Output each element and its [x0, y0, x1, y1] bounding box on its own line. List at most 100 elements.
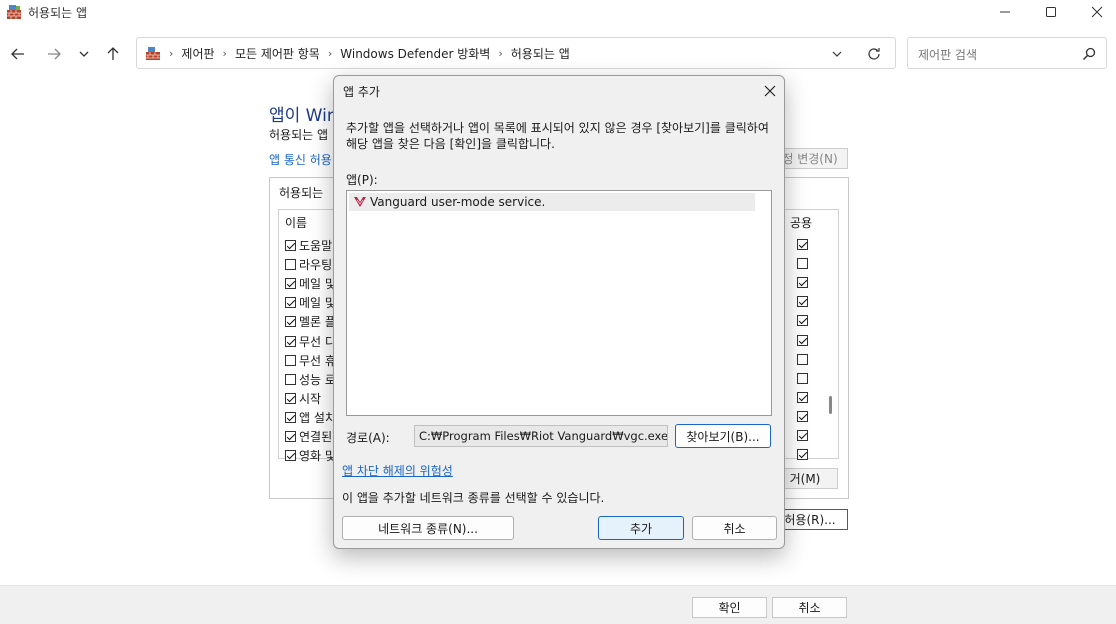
row-checkbox[interactable] — [285, 315, 296, 327]
dialog-cancel-button[interactable]: 취소 — [692, 516, 777, 540]
table-row[interactable]: 무선 디 — [285, 332, 335, 350]
arrow-up-icon — [107, 47, 119, 60]
minimize-icon — [1000, 11, 1010, 13]
search-icon[interactable] — [1081, 46, 1097, 62]
table-row[interactable]: 라우팅 — [285, 255, 335, 273]
table-row[interactable]: 메일 및 — [285, 293, 335, 311]
recent-locations-button[interactable] — [72, 42, 96, 66]
column-header-name[interactable]: 이름 — [285, 214, 307, 231]
back-button[interactable] — [6, 42, 30, 66]
chevron-right-icon: › — [498, 46, 503, 60]
breadcrumb: › 제어판 › 모든 제어판 항목 › Windows Defender 방화벽… — [145, 38, 570, 68]
network-type-button[interactable]: 네트워크 종류(N)... — [342, 516, 514, 540]
address-bar[interactable]: › 제어판 › 모든 제어판 항목 › Windows Defender 방화벽… — [136, 37, 896, 69]
chevron-right-icon: › — [327, 46, 333, 60]
crumb-allowed-apps[interactable]: 허용되는 앱 — [511, 45, 570, 62]
row-name: 메일 및 — [299, 276, 335, 291]
row-checkbox[interactable] — [285, 296, 296, 308]
row-checkbox[interactable] — [285, 354, 296, 366]
row-name: 무선 디 — [299, 334, 335, 349]
row-checkbox[interactable] — [285, 335, 296, 347]
ok-button[interactable]: 확인 — [692, 597, 767, 618]
dialog-title: 앱 추가 — [343, 85, 380, 99]
maximize-icon — [1046, 7, 1056, 17]
page-title: 앱이 Win — [269, 106, 333, 126]
column-header-public[interactable]: 공용 — [790, 214, 812, 231]
public-checkbox[interactable] — [797, 449, 808, 460]
close-icon — [1091, 6, 1103, 18]
list-item[interactable]: Vanguard user-mode service. — [349, 193, 755, 211]
row-checkbox[interactable] — [285, 411, 296, 423]
table-row[interactable]: 도움말 — [285, 236, 335, 254]
crumb-firewall[interactable]: Windows Defender 방화벽 — [340, 45, 490, 62]
row-checkbox[interactable] — [285, 239, 296, 251]
public-checkbox[interactable] — [797, 411, 808, 422]
crumb-all-items[interactable]: 모든 제어판 항목 — [235, 45, 320, 62]
address-dropdown-icon[interactable] — [829, 46, 845, 62]
risk-link[interactable]: 앱 차단 해제의 위험성 — [342, 462, 453, 479]
public-checkbox[interactable] — [797, 296, 808, 307]
table-row[interactable]: 시작 — [285, 389, 335, 407]
public-checkbox[interactable] — [797, 354, 808, 365]
minimize-button[interactable] — [982, 0, 1028, 24]
footer-bar — [0, 585, 1116, 624]
public-checkbox[interactable] — [797, 315, 808, 326]
vanguard-icon — [354, 197, 366, 207]
public-checkbox[interactable] — [797, 373, 808, 384]
close-icon[interactable] — [762, 83, 778, 99]
arrow-left-icon — [11, 48, 24, 60]
row-checkbox[interactable] — [285, 449, 296, 461]
row-checkbox[interactable] — [285, 258, 296, 270]
list-scrollbar[interactable] — [829, 396, 832, 414]
table-row[interactable]: 메일 및 — [285, 274, 335, 292]
arrow-right-icon — [48, 48, 61, 60]
public-checkbox[interactable] — [797, 258, 808, 269]
public-checkbox[interactable] — [797, 239, 808, 250]
row-name: 도움말 — [299, 238, 333, 253]
refresh-icon[interactable] — [866, 46, 882, 62]
table-row[interactable]: 멜론 플 — [285, 312, 335, 330]
table-row[interactable]: 영화 및 — [285, 446, 335, 464]
row-name: 라우팅 — [299, 257, 333, 272]
apps-list[interactable]: Vanguard user-mode service. — [346, 190, 772, 416]
row-checkbox[interactable] — [285, 430, 296, 442]
row-checkbox[interactable] — [285, 392, 296, 404]
chevron-right-icon: › — [169, 46, 174, 60]
title-bar: 허용되는 앱 — [0, 0, 1116, 24]
row-name: 성능 로 — [299, 372, 335, 387]
browse-button[interactable]: 찾아보기(B)... — [675, 424, 771, 448]
table-row[interactable]: 앱 설치 — [285, 408, 335, 426]
public-checkbox[interactable] — [797, 430, 808, 441]
crumb-control-panel[interactable]: 제어판 — [181, 45, 214, 62]
table-row[interactable]: 성능 로 — [285, 370, 335, 388]
public-checkbox[interactable] — [797, 335, 808, 346]
allow-communication-link[interactable]: 앱 통신 허용 — [269, 151, 333, 168]
control-panel-icon — [146, 47, 160, 60]
page-subtitle: 허용되는 앱 — [269, 128, 329, 142]
forward-button[interactable] — [42, 42, 66, 66]
row-name: 무선 휴 — [299, 353, 335, 368]
chevron-right-icon: › — [222, 46, 227, 60]
apps-label: 앱(P): — [346, 173, 378, 187]
up-button[interactable] — [101, 42, 125, 66]
add-button[interactable]: 추가 — [598, 516, 684, 540]
search-input[interactable]: 제어판 검색 — [918, 46, 977, 63]
public-checkbox[interactable] — [797, 277, 808, 288]
row-checkbox[interactable] — [285, 373, 296, 385]
chevron-down-icon — [79, 51, 89, 57]
dialog-description: 추가할 앱을 선택하거나 앱이 목록에 표시되어 있지 않은 경우 [찾아보기]… — [346, 121, 769, 151]
table-row[interactable]: 연결된 — [285, 427, 335, 445]
network-type-text: 이 앱을 추가할 네트워크 종류를 선택할 수 있습니다. — [342, 491, 605, 505]
public-checkbox[interactable] — [797, 392, 808, 403]
row-name: 멜론 플 — [299, 314, 335, 329]
maximize-button[interactable] — [1028, 0, 1074, 24]
row-name: 영화 및 — [299, 448, 335, 463]
path-field[interactable]: C:₩Program Files₩Riot Vanguard₩vgc.exe — [414, 425, 668, 447]
table-row[interactable]: 무선 휴 — [285, 351, 335, 369]
close-window-button[interactable] — [1074, 0, 1116, 24]
add-app-dialog: 앱 추가 추가할 앱을 선택하거나 앱이 목록에 표시되어 있지 않은 경우 [… — [333, 75, 785, 549]
row-checkbox[interactable] — [285, 277, 296, 289]
cancel-button[interactable]: 취소 — [772, 597, 847, 618]
firewall-icon — [7, 5, 21, 19]
search-box[interactable]: 제어판 검색 — [907, 37, 1107, 69]
